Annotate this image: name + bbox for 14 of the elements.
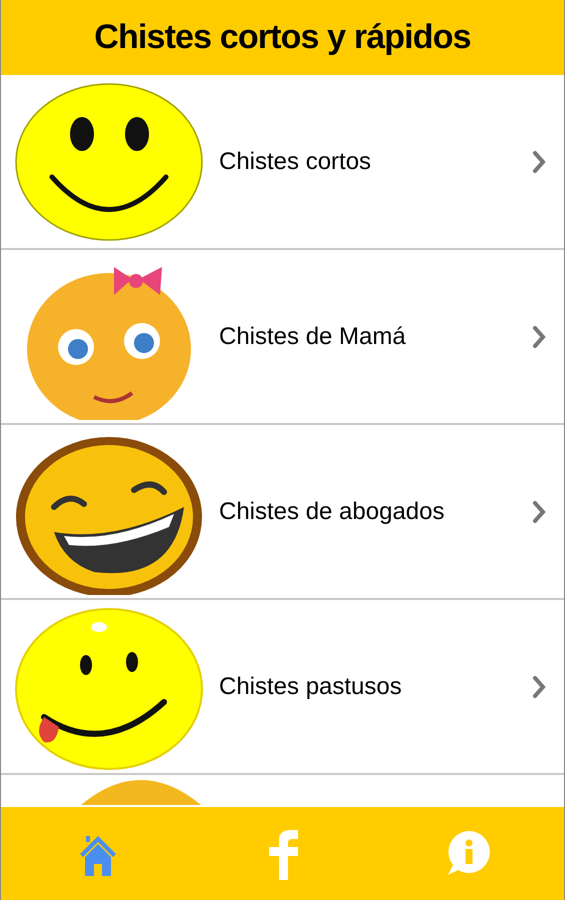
- category-label: Chistes de abogados: [219, 496, 446, 526]
- facebook-icon[interactable]: [266, 828, 300, 880]
- category-label: Chistes pastusos: [219, 672, 403, 702]
- category-row[interactable]: Chistes cortos: [1, 75, 564, 250]
- category-label: Chistes cortos: [219, 146, 372, 176]
- category-row[interactable]: Chistes de abogados: [1, 425, 564, 600]
- category-row[interactable]: Chistes pastusos: [1, 600, 564, 775]
- chevron-right-icon: [532, 674, 546, 698]
- category-label: Chistes de Mamá: [219, 322, 407, 352]
- app-title: Chistes cortos y rápidos: [94, 17, 471, 58]
- chevron-right-icon: [532, 150, 546, 174]
- chevron-right-icon: [532, 324, 546, 348]
- chevron-right-icon: [532, 500, 546, 524]
- category-row[interactable]: Chistes de Mamá: [1, 250, 564, 425]
